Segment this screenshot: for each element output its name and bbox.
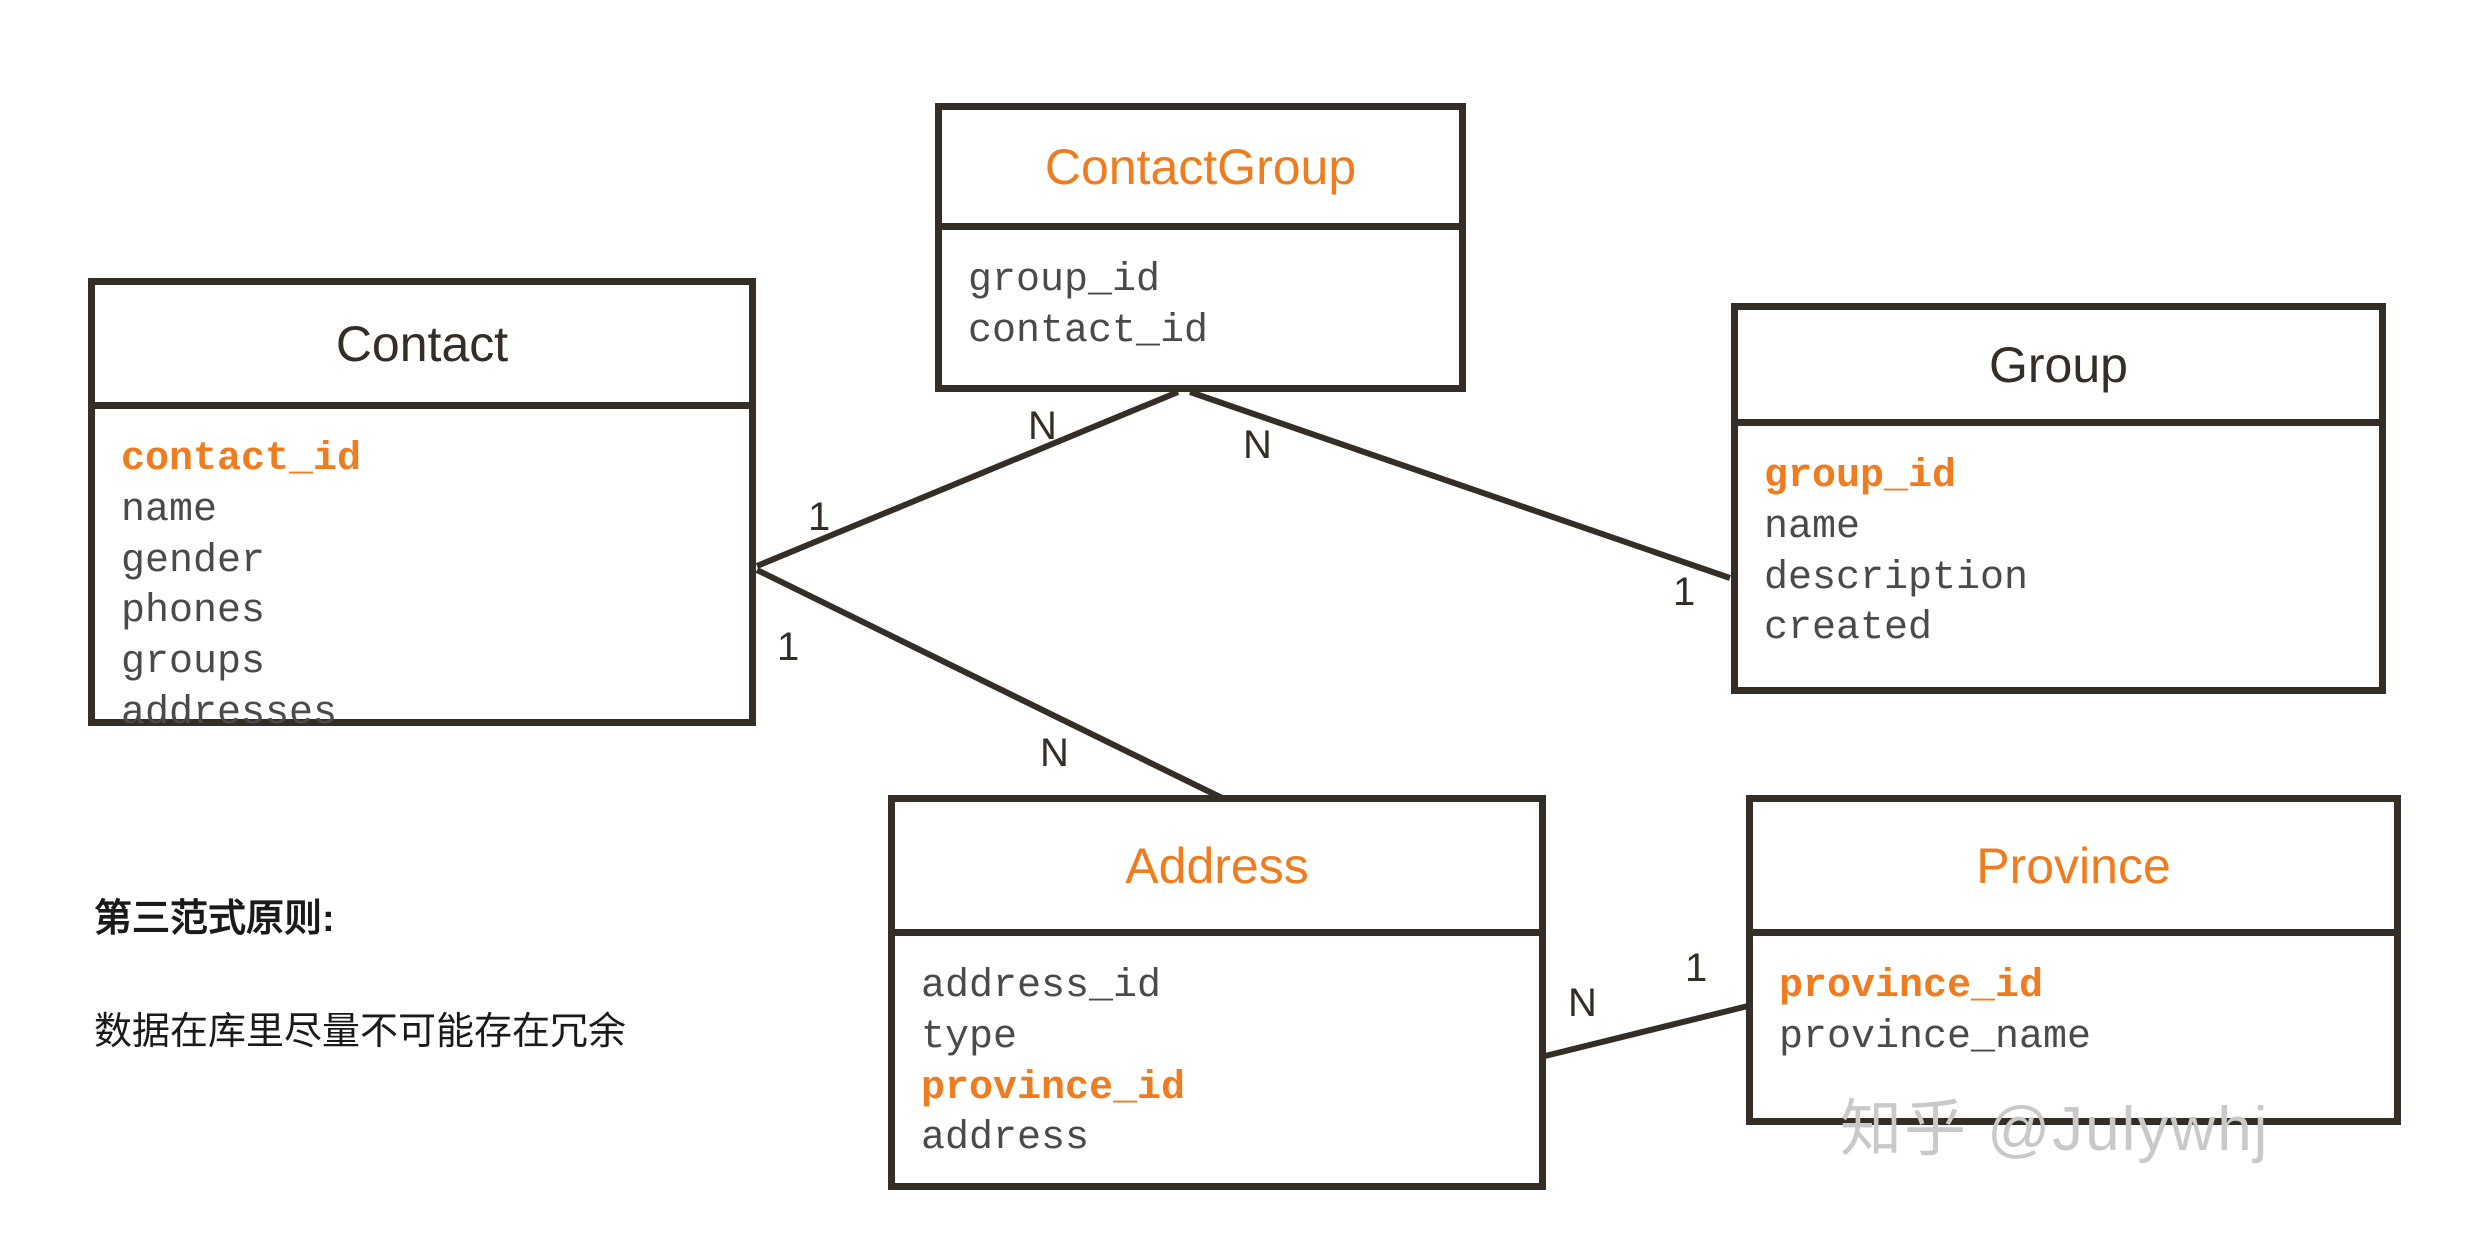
link-contact-contactgroup <box>755 389 1180 569</box>
field-province-province-name: province_name <box>1779 1014 2092 1060</box>
field-group-name: name <box>1764 504 1861 550</box>
entity-group[interactable]: Group group_id name description created <box>1731 303 2386 694</box>
entity-group-fields: group_id name description created <box>1738 426 2379 687</box>
entity-address-fields: address_id type province_id address <box>895 936 1539 1183</box>
field-contact-contact-id: contact_id <box>121 437 362 482</box>
entity-province[interactable]: Province province_id province_name <box>1746 795 2401 1125</box>
link-contact-address <box>755 567 1224 801</box>
entity-contact-fields: contact_id name gender phones groups add… <box>95 409 749 740</box>
field-address-address: address <box>921 1116 1090 1162</box>
entity-contact[interactable]: Contact contact_id name gender phones gr… <box>88 278 756 736</box>
field-contact-groups: groups <box>121 640 266 686</box>
entity-address[interactable]: Address address_id type province_id addr… <box>888 795 1546 1190</box>
field-province-province-id: province_id <box>1779 964 2044 1009</box>
field-address-address-id: address_id <box>921 964 1162 1009</box>
entity-contact-title: Contact <box>335 315 509 372</box>
field-contactgroup-contact-id: contact_id <box>968 308 1209 354</box>
note-body: 数据在库里尽量不可能存在冗余 <box>94 1011 627 1053</box>
link-contactgroup-group <box>1189 389 1731 581</box>
field-contact-addresses: addresses <box>121 690 338 736</box>
cardinality-province-from-address: 1 <box>1685 946 1708 990</box>
entity-contactgroup-fields: group_id contact_id <box>942 230 1459 385</box>
field-contact-gender: gender <box>121 538 266 584</box>
field-group-description: description <box>1764 555 2029 601</box>
field-address-type: type <box>921 1014 1018 1060</box>
entity-address-header: Address <box>895 802 1539 936</box>
field-group-group-id: group_id <box>1764 454 1957 499</box>
entity-address-title: Address <box>1125 837 1309 894</box>
field-group-created: created <box>1764 606 1933 652</box>
cardinality-contact-to-address: 1 <box>777 625 800 669</box>
entity-contactgroup[interactable]: ContactGroup group_id contact_id <box>935 103 1466 392</box>
cardinality-address-to-province: N <box>1568 981 1597 1025</box>
field-contact-phones: phones <box>121 589 266 635</box>
cardinality-group-from-contactgroup: 1 <box>1673 570 1696 614</box>
entity-group-header: Group <box>1738 310 2379 426</box>
cardinality-contact-to-contactgroup: 1 <box>808 495 831 539</box>
entity-contactgroup-title: ContactGroup <box>1044 138 1357 195</box>
watermark: 知乎 @Julywhj <box>1840 1095 2270 1164</box>
cardinality-contactgroup-to-group: N <box>1243 423 1272 467</box>
entity-group-title: Group <box>1989 336 2128 393</box>
field-contactgroup-group-id: group_id <box>968 258 1161 303</box>
entity-contactgroup-header: ContactGroup <box>942 110 1459 230</box>
entity-province-header: Province <box>1753 802 2394 936</box>
field-contact-name: name <box>121 487 218 533</box>
cardinality-address-from-contact: N <box>1040 731 1069 775</box>
entity-contact-header: Contact <box>95 285 749 409</box>
entity-province-title: Province <box>1976 837 2171 894</box>
note-title: 第三范式原则: <box>94 898 335 940</box>
field-address-province-id: province_id <box>921 1065 1186 1111</box>
er-diagram-canvas: Contact contact_id name gender phones gr… <box>0 0 2484 1236</box>
cardinality-contactgroup-from-contact: N <box>1028 404 1057 448</box>
